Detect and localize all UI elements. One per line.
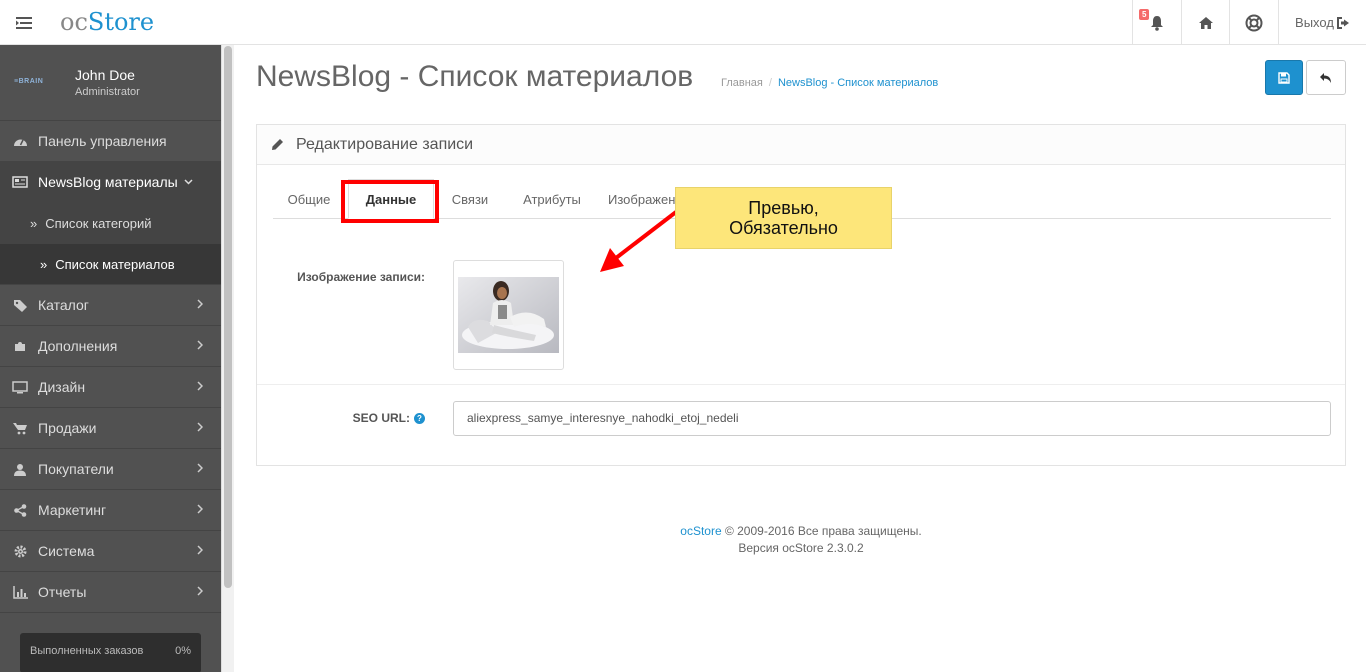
puzzle-icon	[12, 339, 28, 353]
question-icon[interactable]: ?	[414, 413, 425, 425]
bell-icon	[1151, 15, 1163, 31]
image-label: Изображение записи:	[297, 270, 425, 284]
chevron-right-icon	[197, 545, 203, 555]
cog-icon	[12, 545, 28, 558]
sidebar-item-label: Дополнения	[38, 338, 118, 354]
notifications-button[interactable]: 5	[1132, 0, 1181, 45]
sidebar-subitem-categories[interactable]: » Список категорий	[0, 203, 221, 244]
footer: ocStore © 2009-2016 Все права защищены. …	[256, 523, 1346, 557]
callout-line1: Превью,	[748, 198, 819, 218]
double-chevron-icon: »	[30, 215, 38, 231]
sidebar-item-dashboard[interactable]: Панель управления	[0, 121, 221, 162]
preview-image	[458, 277, 559, 353]
tags-icon	[12, 299, 28, 312]
image-thumbnail[interactable]	[453, 260, 564, 370]
back-button[interactable]	[1306, 60, 1346, 95]
logout-label: Выход	[1295, 15, 1334, 30]
save-icon	[1278, 71, 1290, 84]
double-chevron-icon: »	[40, 256, 48, 272]
page-title: NewsBlog - Список материалов	[256, 60, 694, 93]
chevron-right-icon	[197, 504, 203, 514]
lifebuoy-icon	[1245, 14, 1263, 31]
chevron-right-icon	[197, 586, 203, 596]
reply-icon	[1320, 72, 1331, 83]
sidebar-subitem-materials[interactable]: » Список материалов	[0, 244, 221, 285]
breadcrumb: Главная / NewsBlog - Список материалов	[721, 77, 939, 89]
chevron-right-icon	[197, 299, 203, 309]
seo-label: SEO URL:?	[257, 411, 425, 425]
footer-version: Версия ocStore 2.3.0.2	[738, 541, 864, 555]
chevron-right-icon	[197, 381, 203, 391]
tab-links[interactable]: Связи	[434, 179, 506, 219]
share-icon	[12, 503, 28, 517]
sidebar-item-marketing[interactable]: Маркетинг	[0, 490, 221, 531]
sidebar-item-label: Продажи	[38, 420, 97, 436]
sidebar-item-reports[interactable]: Отчеты	[0, 572, 221, 613]
sidebar-item-newsblog[interactable]: NewsBlog материалы	[0, 162, 221, 203]
panel-heading: Редактирование записи	[257, 125, 1345, 165]
user-name: John Doe	[75, 67, 135, 83]
hamburger-icon	[16, 16, 32, 29]
bar-chart-icon	[12, 585, 28, 599]
edit-panel: Редактирование записи Общие Данные Связи…	[256, 124, 1346, 466]
sidebar-item-label: Маркетинг	[38, 502, 107, 518]
annotation-arrow	[600, 210, 678, 272]
panel-title: Редактирование записи	[296, 135, 474, 153]
sidebar-item-sales[interactable]: Продажи	[0, 408, 221, 449]
chevron-down-icon	[184, 179, 193, 185]
progress-value: 0%	[175, 645, 191, 657]
home-button[interactable]	[1181, 0, 1229, 45]
seo-url-input[interactable]: aliexpress_samye_interesnye_nahodki_etoj…	[453, 401, 1331, 436]
sidebar-item-label: Отчеты	[38, 584, 87, 600]
sidebar-item-label: Каталог	[38, 297, 89, 313]
user-role: Administrator	[75, 86, 140, 98]
sidebar-item-extensions[interactable]: Дополнения	[0, 326, 221, 367]
callout-line2: Обязательно	[729, 218, 838, 238]
home-icon	[1198, 16, 1213, 29]
sidebar-item-label: Покупатели	[38, 461, 114, 477]
newspaper-icon	[12, 176, 28, 188]
sidebar: ≡BRAIN John Doe Administrator Панель упр…	[0, 45, 221, 672]
progress-label: Выполненных заказов	[30, 645, 144, 657]
sign-out-icon	[1336, 16, 1349, 29]
tab-general[interactable]: Общие	[273, 179, 345, 219]
sidebar-scrollbar-thumb[interactable]	[224, 46, 232, 588]
form-divider	[257, 384, 1345, 385]
tab-attributes[interactable]: Атрибуты	[507, 179, 597, 219]
chevron-right-icon	[197, 340, 203, 350]
avatar: ≡BRAIN	[14, 78, 44, 85]
breadcrumb-current[interactable]: NewsBlog - Список материалов	[778, 77, 938, 89]
logo[interactable]: ocStore	[60, 8, 154, 36]
notification-badge: 5	[1139, 9, 1150, 20]
orders-progress: Выполненных заказов 0%	[20, 633, 201, 672]
sidebar-item-label: Дизайн	[38, 379, 86, 395]
sidebar-item-catalog[interactable]: Каталог	[0, 285, 221, 326]
footer-copyright: © 2009-2016 Все права защищены.	[721, 524, 922, 538]
logout-button[interactable]: Выход	[1278, 0, 1366, 45]
cart-icon	[12, 422, 28, 435]
chevron-right-icon	[197, 463, 203, 473]
pencil-icon	[272, 139, 283, 150]
save-button[interactable]	[1265, 60, 1303, 95]
sidebar-item-system[interactable]: Система	[0, 531, 221, 572]
sidebar-subitem-label: Список материалов	[55, 256, 175, 272]
sidebar-item-label: Панель управления	[38, 133, 167, 149]
user-icon	[12, 463, 28, 476]
help-button[interactable]	[1229, 0, 1278, 45]
menu-toggle-button[interactable]	[0, 0, 48, 45]
monitor-icon	[12, 380, 28, 394]
sidebar-subitem-label: Список категорий	[45, 215, 152, 231]
breadcrumb-home[interactable]: Главная	[721, 77, 763, 89]
sidebar-item-customers[interactable]: Покупатели	[0, 449, 221, 490]
sidebar-item-design[interactable]: Дизайн	[0, 367, 221, 408]
callout-note: Превью, Обязательно	[675, 187, 892, 249]
tab-highlight-frame	[341, 180, 439, 223]
top-header: ocStore 5 Выход	[0, 0, 1366, 45]
chevron-right-icon	[197, 422, 203, 432]
user-profile[interactable]: ≡BRAIN John Doe Administrator	[0, 45, 221, 121]
footer-brand-link[interactable]: ocStore	[680, 524, 721, 538]
sidebar-item-label: Система	[38, 543, 95, 559]
dashboard-icon	[12, 135, 28, 147]
sidebar-item-label: NewsBlog материалы	[38, 174, 178, 190]
